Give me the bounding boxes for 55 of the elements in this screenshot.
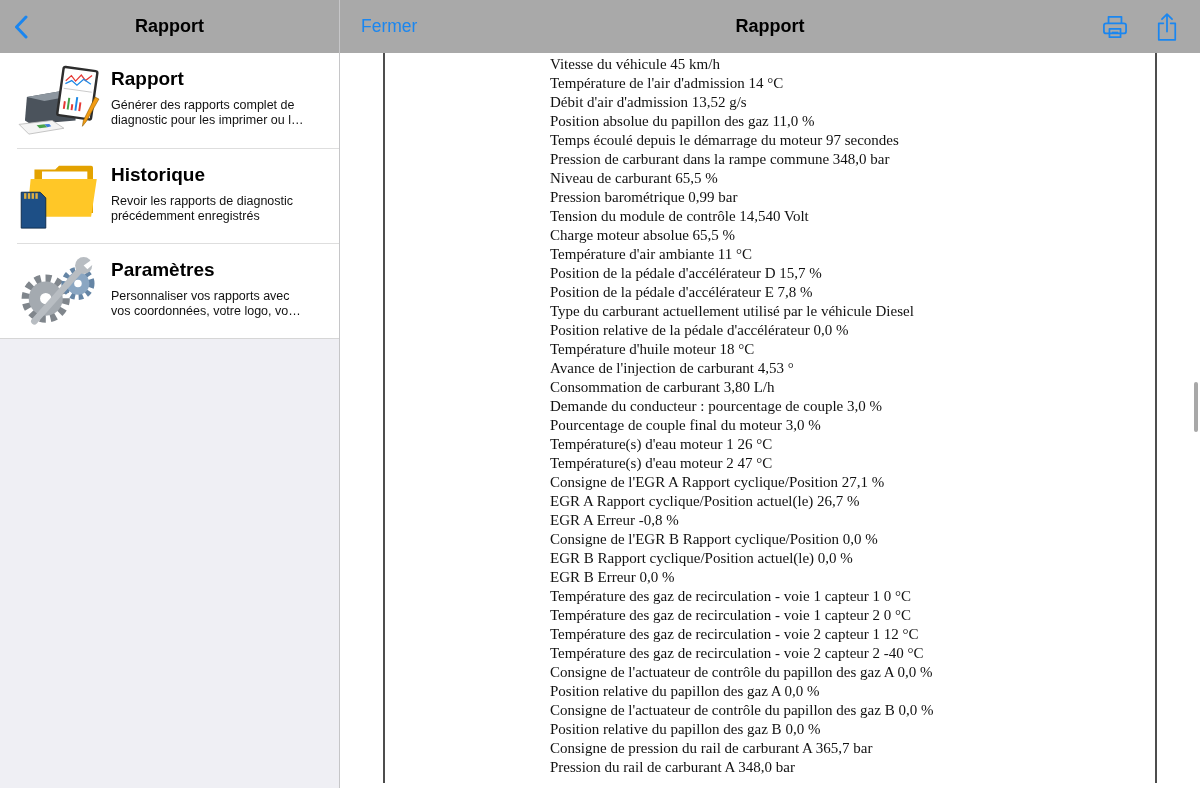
share-button[interactable] <box>1156 11 1178 42</box>
report-line: Pression de carburant dans la rampe commune 348,0 bar <box>550 150 890 169</box>
report-line: Niveau de carburant 65,5 % <box>550 169 718 188</box>
report-line: Température des gaz de recirculation - voie 1 capteur 1 0 °C <box>550 587 912 606</box>
report-line: Température des gaz de recirculation - voie 1 capteur 2 0 °C <box>550 606 912 625</box>
report-line: Température de l'air d'admission 14 °C <box>550 74 784 93</box>
item-description: Revoir les rapports de diagnostic précédemment enregistrés <box>111 194 295 224</box>
report-line: Pression barométrique 0,99 bar <box>550 188 738 207</box>
nav-title: Rapport <box>135 16 204 37</box>
report-line: Demande du conducteur : pourcentage de couple 3,0 % <box>550 397 882 416</box>
report-line: Charge moteur absolue 65,5 % <box>550 226 736 245</box>
report-line: Consigne de l'EGR B Rapport cyclique/Position 0,0 % <box>550 530 878 549</box>
report-line: Position absolue du papillon des gaz 11,0 % <box>550 112 815 131</box>
report-line: Température(s) d'eau moteur 1 26 °C <box>550 435 773 454</box>
report-line: EGR B Rapport cyclique/Position actuel(le) 0,0 % <box>550 549 853 568</box>
report-line: Consigne de l'EGR A Rapport cyclique/Position 27,1 % <box>550 473 885 492</box>
report-line: Type du carburant actuellement utilisé par le véhicule Diesel <box>550 302 914 321</box>
report-line: Vitesse du véhicule 45 km/h <box>550 55 720 74</box>
menu-item[interactable]: Rapport Générer des rapports complet de diagnostic pour les imprimer ou l… <box>0 53 339 148</box>
report-line: Température d'huile moteur 18 °C <box>550 340 755 359</box>
report-line: Position de la pédale d'accélérateur D 15,7 % <box>550 264 822 283</box>
nav-title: Rapport <box>735 16 805 37</box>
report-line: Température d'air ambiante 11 °C <box>550 245 753 264</box>
back-chevron-icon <box>14 14 28 39</box>
report-line: Température(s) d'eau moteur 2 47 °C <box>550 454 773 473</box>
report-line: Tension du module de contrôle 14,540 Volt <box>550 207 809 226</box>
report-line: Pression du rail de carburant A 348,0 bar <box>550 758 795 777</box>
report-line: Consigne de pression du rail de carburant A 365,7 bar <box>550 739 873 758</box>
report-line: EGR A Erreur -0,8 % <box>550 511 679 530</box>
item-description: Générer des rapports complet de diagnostic pour les imprimer ou l… <box>111 98 305 128</box>
report-line: Consigne de l'actuateur de contrôle du papillon des gaz B 0,0 % <box>550 701 934 720</box>
share-icon <box>1156 11 1178 42</box>
item-title: Rapport <box>111 67 184 91</box>
report-line: Position relative du papillon des gaz B 0,0 % <box>550 720 821 739</box>
report-line: Température des gaz de recirculation - voie 2 capteur 1 12 °C <box>550 625 919 644</box>
print-button[interactable] <box>1102 14 1128 39</box>
report-line: Position relative de la pédale d'accélérateur 0,0 % <box>550 321 849 340</box>
report-line: Consommation de carburant 3,80 L/h <box>550 378 775 397</box>
report-line: EGR B Erreur 0,0 % <box>550 568 675 587</box>
report-line: Temps écoulé depuis le démarrage du moteur 97 secondes <box>550 131 899 150</box>
menu-item[interactable]: Paramètres Personnaliser vos rapports avec vos coordonnées, votre logo, vo… <box>0 243 339 338</box>
menu-item[interactable]: Historique Revoir les rapports de diagnostic précédemment enregistrés <box>0 148 339 243</box>
report-line: Avance de l'injection de carburant 4,53 ° <box>550 359 794 378</box>
scroll-indicator <box>1194 382 1198 432</box>
printer-icon <box>1102 14 1128 39</box>
report-line: Position relative du papillon des gaz A 0,0 % <box>550 682 820 701</box>
report-line: Position de la pédale d'accélérateur E 7,8 % <box>550 283 813 302</box>
item-title: Paramètres <box>111 258 215 282</box>
report-line: Pourcentage de couple final du moteur 3,0 % <box>550 416 821 435</box>
report-line: Consigne de l'actuateur de contrôle du papillon des gaz A 0,0 % <box>550 663 933 682</box>
report-line: Débit d'air d'admission 13,52 g/s <box>550 93 747 112</box>
item-description: Personnaliser vos rapports avec vos coordonnées, votre logo, vo… <box>111 289 302 319</box>
report-line: Température des gaz de recirculation - voie 2 capteur 2 -40 °C <box>550 644 924 663</box>
item-title: Historique <box>111 163 205 187</box>
report-line: EGR A Rapport cyclique/Position actuel(le) 26,7 % <box>550 492 860 511</box>
